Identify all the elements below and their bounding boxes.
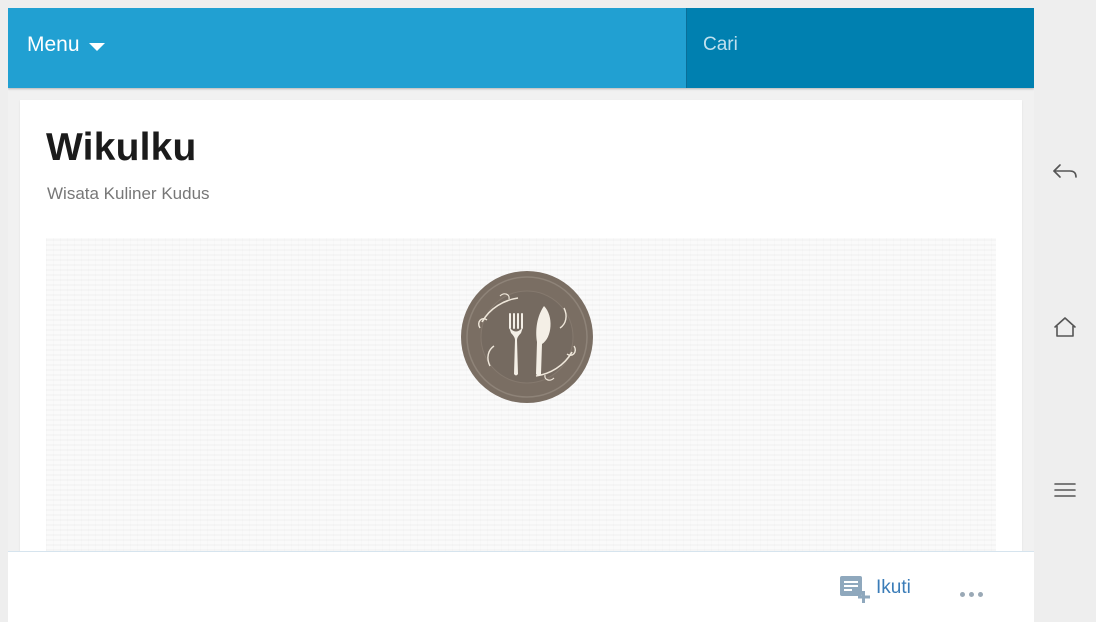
add-to-reading-list-icon — [840, 576, 870, 603]
more-options-icon[interactable] — [960, 592, 983, 597]
follow-label: Ikuti — [876, 577, 911, 598]
back-icon[interactable] — [1050, 157, 1080, 187]
blogger-app: Menu Wikulku Wisata Kuliner Kudus — [8, 8, 1034, 622]
menu-button[interactable]: Menu — [27, 30, 105, 60]
more-dot — [960, 592, 965, 597]
search-box — [686, 8, 1034, 88]
more-dot — [978, 592, 983, 597]
plate-fork-knife-logo — [461, 271, 593, 403]
system-navigation-bar — [1034, 0, 1096, 622]
more-dot — [969, 592, 974, 597]
hamburger-menu-icon[interactable] — [1050, 475, 1080, 505]
top-app-bar: Menu — [8, 8, 1034, 88]
caret-down-icon — [88, 42, 105, 51]
header-image — [46, 238, 996, 556]
blog-title[interactable]: Wikulku — [46, 126, 197, 170]
menu-label: Menu — [27, 33, 80, 56]
blog-header-card: Wikulku Wisata Kuliner Kudus — [20, 100, 1022, 560]
blog-description: Wisata Kuliner Kudus — [47, 184, 210, 203]
bottom-action-bar: Ikuti — [8, 551, 1034, 622]
home-icon[interactable] — [1050, 313, 1080, 343]
search-input[interactable] — [703, 30, 1023, 60]
follow-button[interactable]: Ikuti — [839, 574, 911, 604]
